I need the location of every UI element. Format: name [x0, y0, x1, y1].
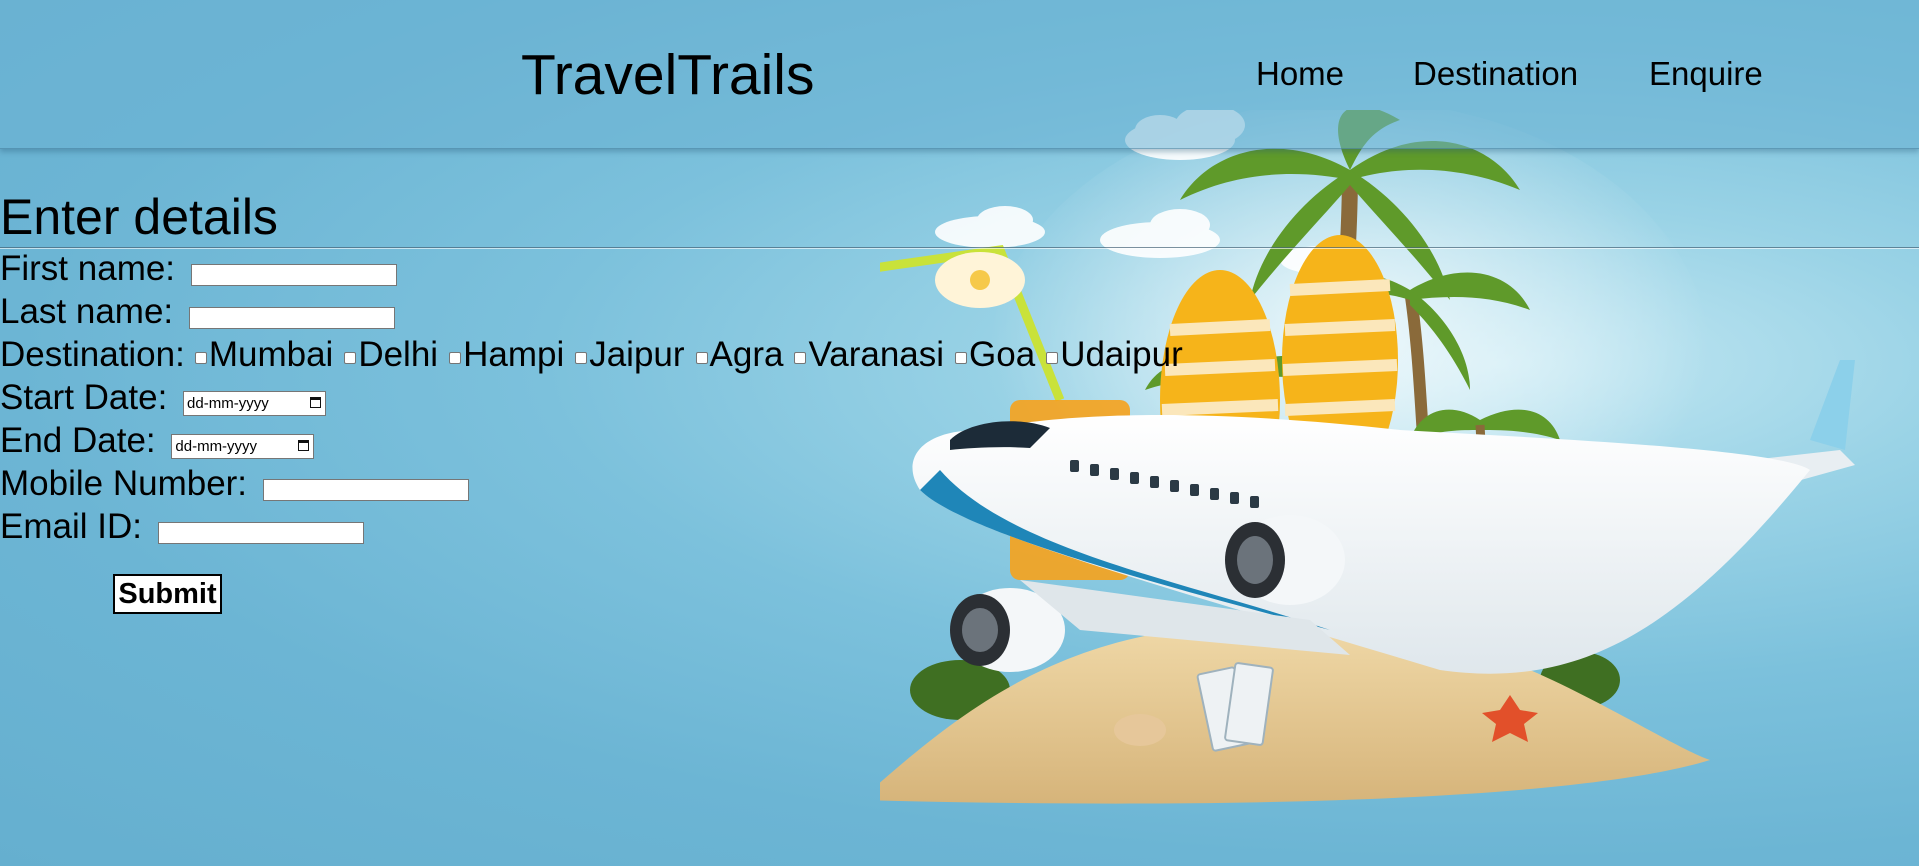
destination-option-udaipur[interactable]: Udaipur	[1060, 335, 1183, 374]
destination-option-hampi[interactable]: Hampi	[463, 335, 564, 374]
start-date-placeholder: dd-mm-yyyy	[187, 395, 269, 413]
destination-checkbox-agra[interactable]	[695, 351, 708, 364]
nav-link-home[interactable]: Home	[1256, 55, 1344, 93]
first-name-label: First name:	[0, 249, 176, 288]
start-date-input[interactable]: dd-mm-yyyy	[183, 391, 327, 417]
end-date-input[interactable]: dd-mm-yyyy	[171, 434, 315, 460]
site-header: TravelTrails Home Destination Enquire	[0, 0, 1919, 149]
end-date-placeholder: dd-mm-yyyy	[175, 438, 258, 456]
brand-logo-text[interactable]: TravelTrails	[521, 40, 814, 110]
destination-checkbox-mumbai[interactable]	[194, 351, 207, 364]
mobile-number-row: Mobile Number:	[0, 464, 469, 504]
last-name-row: Last name:	[0, 292, 395, 332]
destination-label: Destination:	[0, 335, 185, 374]
nav-link-destination[interactable]: Destination	[1413, 55, 1578, 93]
destination-checkbox-goa[interactable]	[955, 351, 968, 364]
destination-option-mumbai[interactable]: Mumbai	[209, 335, 333, 374]
destination-checkbox-jaipur[interactable]	[575, 351, 588, 364]
calendar-icon[interactable]	[298, 440, 310, 452]
destination-row: Destination: Mumbai Delhi Hampi Jaipur Agra Va…	[0, 335, 1183, 375]
email-row: Email ID:	[0, 507, 364, 547]
destination-checkbox-udaipur[interactable]	[1046, 351, 1059, 364]
email-input[interactable]	[157, 521, 364, 544]
start-date-row: Start Date: dd-mm-yyyy	[0, 378, 327, 418]
first-name-row: First name:	[0, 249, 397, 289]
destination-option-goa[interactable]: Goa	[969, 335, 1035, 374]
submit-button[interactable]: Submit	[113, 574, 222, 614]
calendar-icon[interactable]	[310, 397, 322, 409]
nav-link-enquire[interactable]: Enquire	[1649, 55, 1763, 93]
destination-checkbox-delhi[interactable]	[344, 351, 357, 364]
travel-airplane-beach-illustration	[880, 110, 1855, 804]
destination-option-delhi[interactable]: Delhi	[358, 335, 438, 374]
email-label: Email ID:	[0, 507, 142, 546]
end-date-row: End Date: dd-mm-yyyy	[0, 421, 315, 461]
last-name-label: Last name:	[0, 292, 174, 331]
start-date-label: Start Date:	[0, 378, 168, 417]
destination-checkbox-hampi[interactable]	[449, 351, 462, 364]
mobile-number-input[interactable]	[262, 478, 469, 501]
destination-option-agra[interactable]: Agra	[710, 335, 784, 374]
mobile-number-label: Mobile Number:	[0, 464, 248, 503]
destination-option-varanasi[interactable]: Varanasi	[808, 335, 944, 374]
destination-checkbox-varanasi[interactable]	[794, 351, 807, 364]
first-name-input[interactable]	[190, 263, 397, 286]
end-date-label: End Date:	[0, 421, 156, 460]
last-name-input[interactable]	[188, 306, 395, 329]
destination-option-jaipur[interactable]: Jaipur	[589, 335, 684, 374]
form-title: Enter details	[0, 189, 278, 245]
shell-icon	[1114, 714, 1166, 746]
